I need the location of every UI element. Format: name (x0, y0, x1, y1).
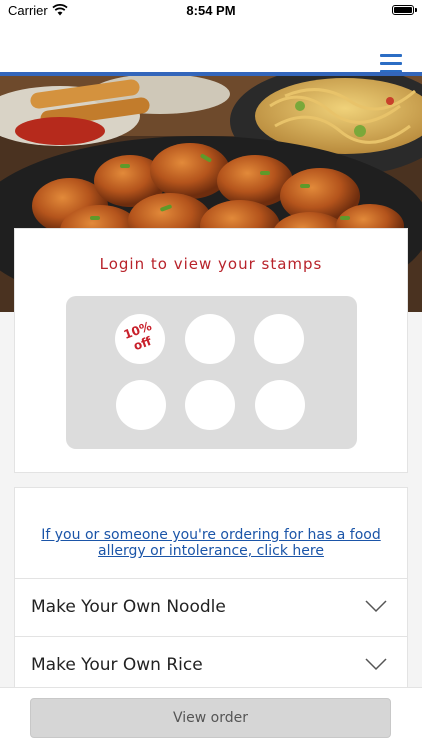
category-make-your-own-noodle[interactable]: Make Your Own Noodle (15, 578, 407, 637)
stamp-slot (254, 314, 304, 364)
category-label: Make Your Own Noodle (31, 597, 226, 617)
stamp-slot (255, 380, 305, 430)
stamp-reward: 10% off (115, 314, 165, 364)
category-label: Make Your Own Rice (31, 655, 203, 675)
status-bar: Carrier 8:54 PM (0, 0, 422, 22)
view-order-button[interactable]: View order (30, 698, 391, 738)
allergy-info-link[interactable]: If you or someone you're ordering for ha… (33, 527, 389, 559)
stamp-slot (116, 380, 166, 430)
app-header (0, 22, 422, 74)
stamps-card: Login to view your stamps 10% off (14, 228, 408, 473)
chevron-down-icon (365, 600, 387, 613)
stamp-slot (185, 380, 235, 430)
stamp-slot (185, 314, 235, 364)
stamps-grid: 10% off (66, 296, 357, 449)
battery-icon (392, 5, 417, 15)
chevron-down-icon (365, 658, 387, 671)
menu-card: If you or someone you're ordering for ha… (14, 487, 408, 697)
footer-bar: View order (0, 687, 422, 750)
clock: 8:54 PM (186, 3, 236, 18)
hamburger-menu-icon[interactable] (380, 54, 402, 74)
stamp-reward-label: 10% off (121, 318, 154, 354)
stamps-login-prompt[interactable]: Login to view your stamps (15, 255, 407, 273)
